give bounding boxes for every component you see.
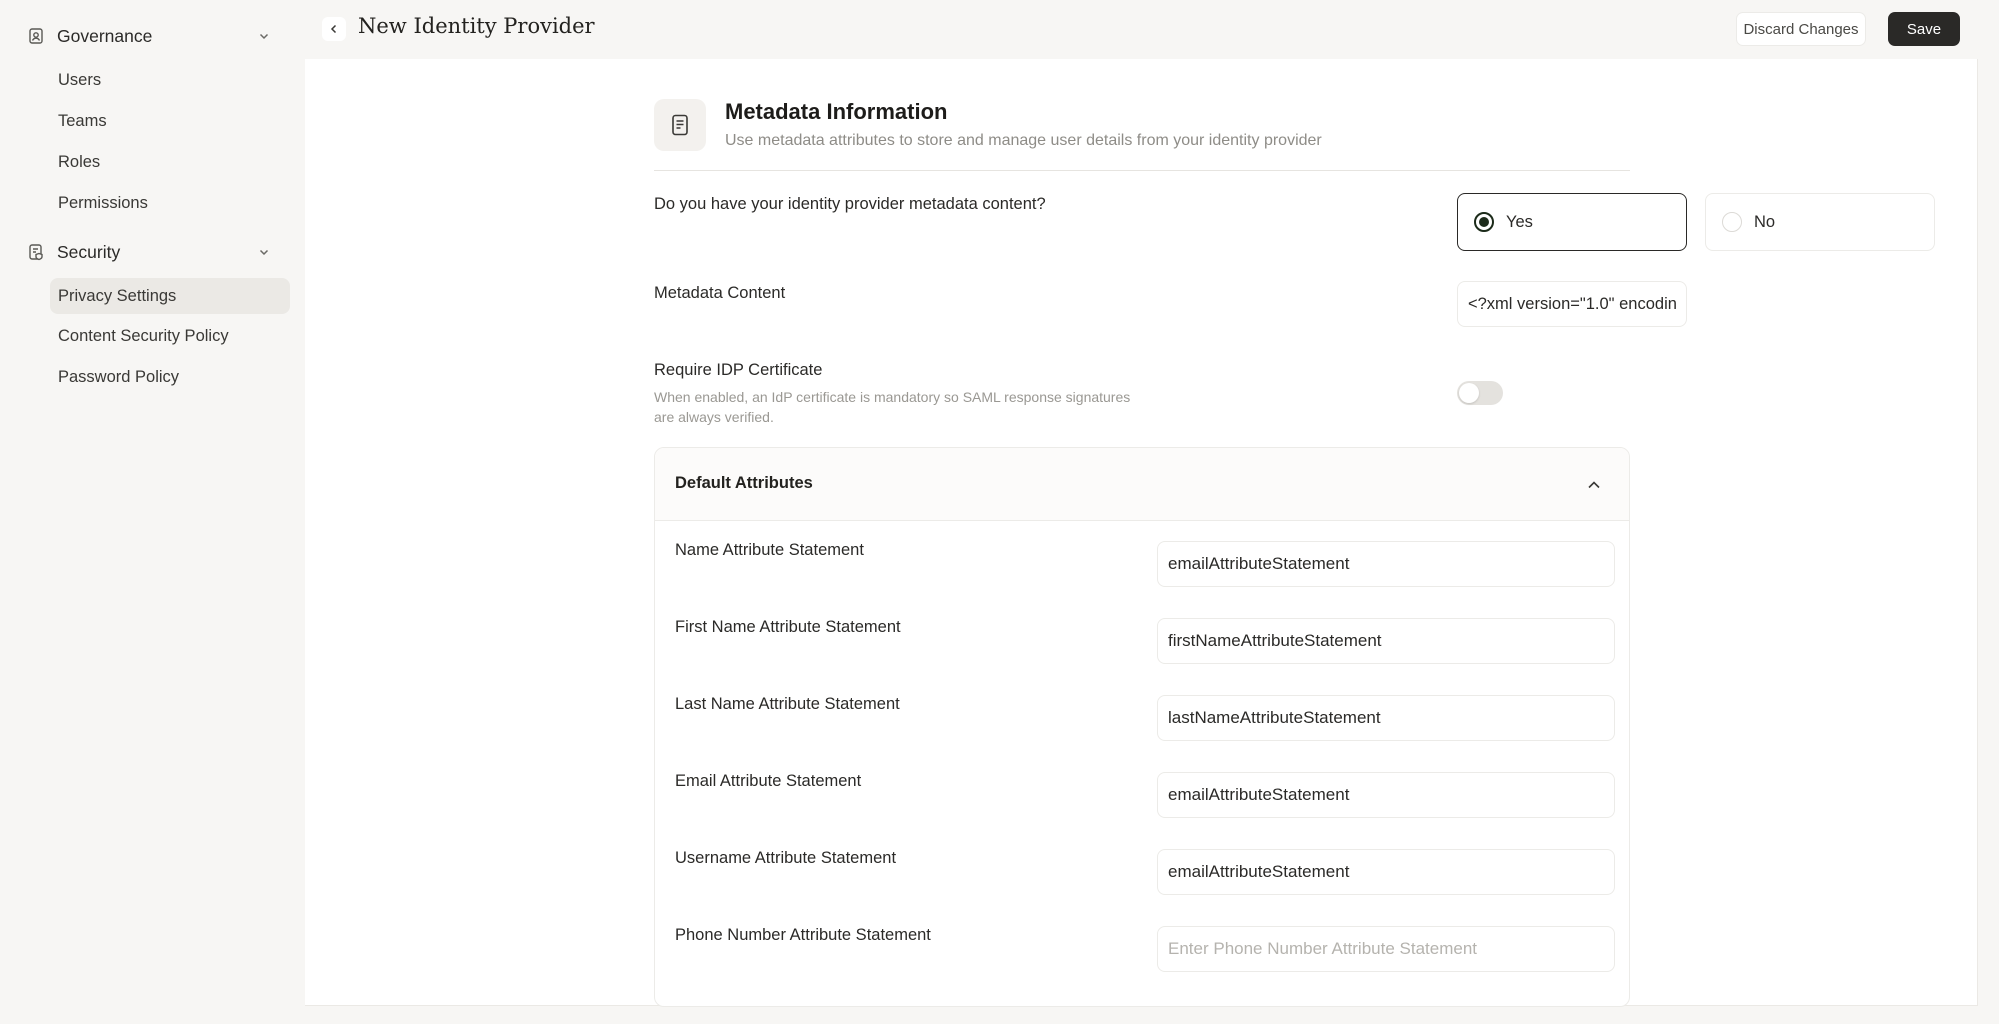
badge-icon <box>25 25 47 47</box>
divider <box>654 170 1630 171</box>
sidebar-item-password-policy[interactable]: Password Policy <box>50 359 290 395</box>
radio-unselected-icon <box>1722 212 1742 232</box>
phone-number-attribute-label: Phone Number Attribute Statement <box>675 926 931 944</box>
sidebar-item-privacy-settings[interactable]: Privacy Settings <box>50 278 290 314</box>
radio-selected-icon <box>1474 212 1494 232</box>
email-attribute-input[interactable] <box>1157 772 1615 818</box>
sidebar-item-teams[interactable]: Teams <box>50 103 290 139</box>
metadata-content-label: Metadata Content <box>654 284 786 302</box>
sidebar-group-security[interactable]: Security <box>25 234 282 270</box>
require-cert-label: Require IDP Certificate <box>654 361 823 379</box>
default-attributes-title: Default Attributes <box>675 474 813 492</box>
chevron-down-icon <box>259 33 269 40</box>
default-attributes-panel: Default Attributes Name Attribute Statem… <box>654 447 1630 1007</box>
first-name-attribute-label: First Name Attribute Statement <box>675 618 901 636</box>
radio-label: Yes <box>1506 212 1533 231</box>
last-name-attribute-input[interactable] <box>1157 695 1615 741</box>
first-name-attribute-input[interactable] <box>1157 618 1615 664</box>
metadata-question-label: Do you have your identity provider metad… <box>654 195 1046 213</box>
radio-option-yes[interactable]: Yes <box>1457 193 1687 251</box>
default-attributes-header[interactable]: Default Attributes <box>655 448 1629 521</box>
section-subtitle: Use metadata attributes to store and man… <box>725 132 1322 149</box>
shield-list-icon <box>25 241 47 263</box>
sidebar-item-roles[interactable]: Roles <box>50 144 290 180</box>
name-attribute-input[interactable] <box>1157 541 1615 587</box>
discard-changes-button[interactable]: Discard Changes <box>1736 12 1866 46</box>
sidebar-group-label: Security <box>57 241 121 262</box>
page-title: New Identity Provider <box>358 14 595 38</box>
sidebar-group-governance[interactable]: Governance <box>25 18 282 54</box>
last-name-attribute-label: Last Name Attribute Statement <box>675 695 900 713</box>
back-button[interactable] <box>322 17 346 41</box>
chevron-up-icon <box>1588 481 1600 489</box>
section-title: Metadata Information <box>725 99 948 124</box>
radio-label: No <box>1754 212 1776 231</box>
sidebar-item-content-security-policy[interactable]: Content Security Policy <box>50 318 290 354</box>
chevron-left-icon <box>330 24 337 34</box>
email-attribute-label: Email Attribute Statement <box>675 772 862 790</box>
metadata-content-input[interactable] <box>1457 281 1687 327</box>
toggle-knob <box>1459 383 1479 403</box>
chevron-down-icon <box>259 249 269 256</box>
require-cert-toggle[interactable] <box>1457 381 1503 405</box>
username-attribute-label: Username Attribute Statement <box>675 849 897 867</box>
document-icon <box>654 99 706 151</box>
name-attribute-label: Name Attribute Statement <box>675 541 864 559</box>
sidebar-item-users[interactable]: Users <box>50 62 290 98</box>
phone-number-attribute-input[interactable] <box>1157 926 1615 972</box>
main-panel: New Identity Provider Discard Changes Sa… <box>305 0 1978 1007</box>
save-button[interactable]: Save <box>1888 12 1960 46</box>
sidebar: Governance Users Teams Roles Permissions… <box>0 0 305 1024</box>
sidebar-group-label: Governance <box>57 25 153 46</box>
top-bar: New Identity Provider Discard Changes Sa… <box>305 0 1978 59</box>
radio-option-no[interactable]: No <box>1705 193 1935 251</box>
sidebar-item-permissions[interactable]: Permissions <box>50 185 290 221</box>
require-cert-help: When enabled, an IdP certificate is mand… <box>654 389 1131 425</box>
username-attribute-input[interactable] <box>1157 849 1615 895</box>
